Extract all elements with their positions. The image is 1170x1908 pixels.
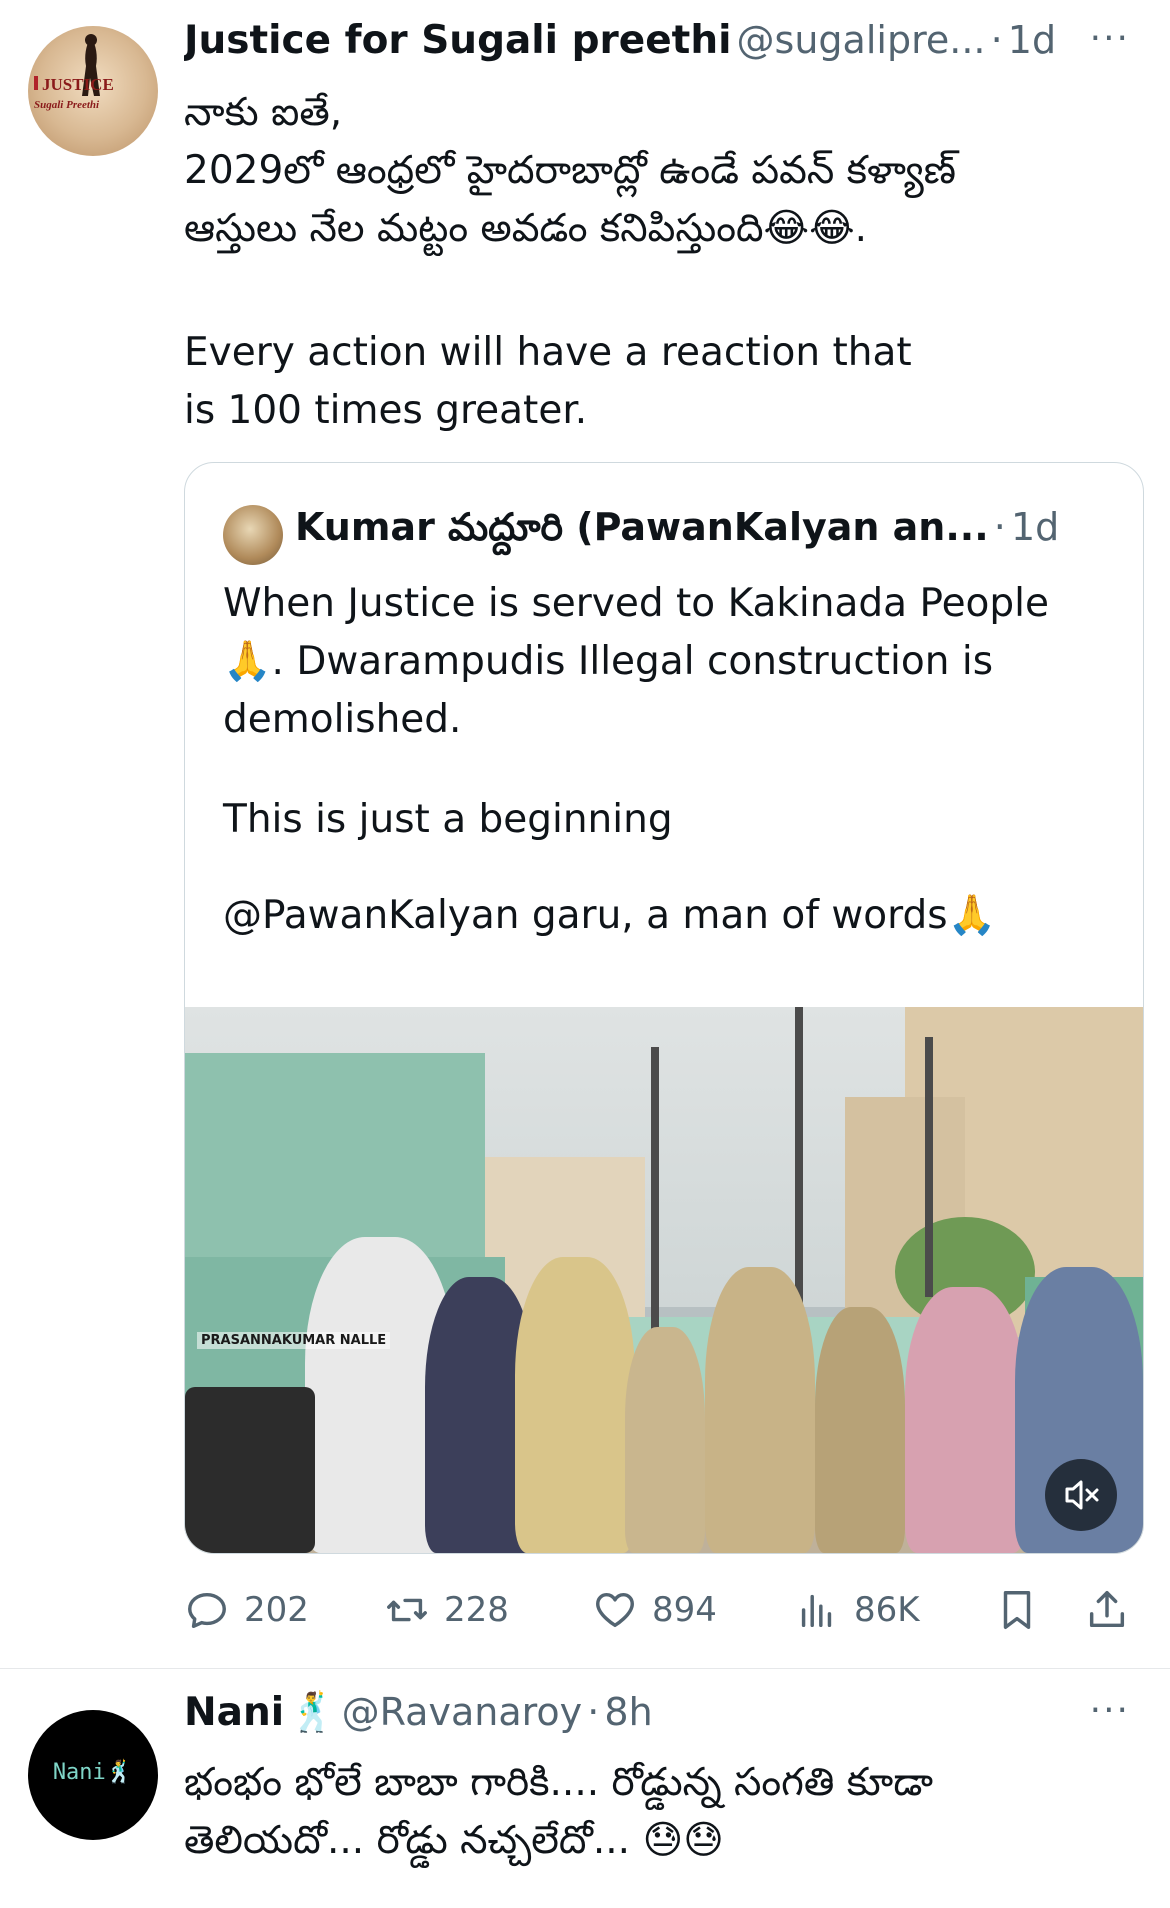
tweet2-text-line: తెలియదో... రోడ్డు నచ్చలేదో... 😓😓 [184, 1818, 724, 1863]
reply-button[interactable]: 202 [184, 1582, 309, 1638]
author-name[interactable]: Justice for Sugali preethi [184, 18, 731, 63]
tweet1-header: Justice for Sugali preethi @sugalipre...… [184, 18, 1130, 74]
video-person [905, 1287, 1025, 1553]
views-chart-icon [801, 1594, 832, 1628]
reply-icon [188, 1592, 226, 1629]
share-icon [1089, 1591, 1125, 1628]
author-name-emoji: 🕺 [289, 1690, 337, 1734]
author-handle[interactable]: @sugalipre... [737, 18, 986, 62]
views-count: 86K [854, 1590, 920, 1630]
tweet1-text-line: 2029లో ఆంధ్రలో హైదరాబాద్లో ఉండే పవన్ కళ్… [184, 148, 956, 193]
quoted-author-avatar[interactable] [223, 505, 283, 565]
bookmark-icon [1003, 1591, 1031, 1629]
author-name[interactable]: Nani [184, 1690, 284, 1735]
video-motorbike [185, 1387, 315, 1553]
tweet1-text-telugu: నాకు ఐతే, 2029లో ఆంధ్రలో హైదరాబాద్లో ఉండ… [184, 84, 1084, 258]
video-person [625, 1327, 705, 1553]
tweet1-text-line: నాకు ఐతే, [184, 90, 343, 135]
quoted-tweet-header: Kumar మద్దూరి (PawanKalyan an... · 1d [295, 505, 1103, 565]
timestamp[interactable]: 1d [1008, 18, 1056, 62]
quoted-paragraph: This is just a beginning [223, 797, 673, 842]
like-count: 894 [652, 1590, 717, 1630]
separator-dot: · [587, 1690, 600, 1734]
repost-count: 228 [444, 1590, 509, 1630]
tweet1-text-line: ఆస్తులు నేల మట్టం అవడం కనిపిస్తుంది😂😂. [184, 206, 868, 251]
quoted-tweet-text: When Justice is served to Kakinada Peopl… [223, 575, 1103, 945]
tweet2-text-line: భంభం భోలే బాబా గారికి.... రోడ్డున్న సంగత… [184, 1760, 933, 1805]
views-button[interactable]: 86K [794, 1582, 920, 1638]
avatar-nani-text: Nani🕺 [52, 1760, 134, 1785]
quoted-author-name[interactable]: Kumar మద్దూరి (PawanKalyan an... [295, 505, 989, 549]
video-player[interactable]: PRASANNAKUMAR NALLE [185, 1007, 1143, 1553]
repost-icon [387, 1598, 427, 1622]
avatar-sugali-preethi-text: Sugali Preethi [34, 99, 100, 111]
video-person [815, 1307, 905, 1553]
video-pole [651, 1047, 659, 1367]
video-pole [925, 1037, 933, 1297]
more-options-icon[interactable]: ··· [1090, 18, 1130, 59]
speaker-muted-icon [1065, 1480, 1099, 1510]
tweet2-text: భంభం భోలే బాబా గారికి.... రోడ్డున్న సంగత… [184, 1754, 1084, 1870]
avatar-justice-text: JUSTICE [42, 75, 114, 94]
share-button[interactable] [1084, 1582, 1130, 1638]
avatar-nani[interactable]: Nani🕺 [28, 1710, 158, 1840]
tweet1-text-english: Every action will have a reaction that i… [184, 330, 912, 433]
repost-button[interactable]: 228 [384, 1582, 509, 1638]
quoted-tweet[interactable]: Kumar మద్దూరి (PawanKalyan an... · 1d Wh… [184, 462, 1144, 1554]
video-person [705, 1267, 815, 1553]
video-watermark: PRASANNAKUMAR NALLE [197, 1332, 391, 1349]
avatar-justice-for-sugali-preethi[interactable]: JUSTICE Sugali Preethi [28, 26, 158, 156]
like-button[interactable]: 894 [592, 1582, 717, 1638]
video-person [515, 1257, 635, 1553]
separator-dot: · [990, 18, 1003, 62]
author-handle[interactable]: @Ravanaroy [342, 1690, 583, 1734]
quoted-paragraph-mention[interactable]: @PawanKalyan garu, a man of words🙏 [223, 887, 1103, 945]
mute-button[interactable] [1045, 1459, 1117, 1531]
tweet2-header: Nani 🕺 @Ravanaroy · 8h ··· [184, 1690, 1130, 1746]
quoted-paragraph: When Justice is served to Kakinada Peopl… [223, 581, 1050, 742]
bookmark-button[interactable] [994, 1582, 1040, 1638]
more-options-icon[interactable]: ··· [1090, 1690, 1130, 1731]
reply-count: 202 [244, 1590, 309, 1630]
timestamp[interactable]: 8h [604, 1690, 652, 1734]
heart-icon [596, 1592, 634, 1628]
tweet1-action-bar: 202 228 894 86K [184, 1582, 1130, 1638]
separator-dot: · [993, 505, 1006, 549]
quoted-timestamp[interactable]: 1d [1011, 505, 1059, 549]
